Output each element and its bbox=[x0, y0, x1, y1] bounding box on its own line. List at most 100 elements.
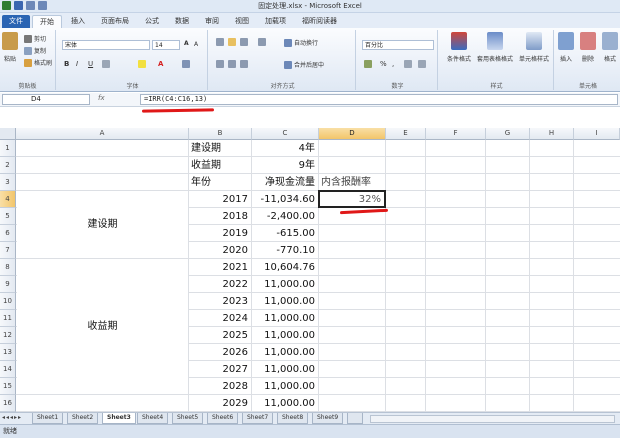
row-header[interactable]: 2 bbox=[0, 157, 16, 174]
cell-b2[interactable]: 收益期 bbox=[189, 157, 251, 174]
merge-center-button[interactable]: 合并后居中 bbox=[284, 60, 324, 69]
row-header[interactable]: 3 bbox=[0, 174, 16, 191]
cell-b5[interactable]: 2018 bbox=[189, 208, 251, 225]
merged-cell-a4-a7[interactable]: 建设期 bbox=[17, 191, 188, 258]
percent-button[interactable]: % bbox=[380, 60, 387, 68]
format-cells-button[interactable]: 格式 bbox=[600, 32, 620, 63]
column-header-f[interactable]: F bbox=[426, 128, 486, 140]
column-header-c[interactable]: C bbox=[252, 128, 319, 140]
row-header[interactable]: 13 bbox=[0, 344, 16, 361]
decrease-decimal-button[interactable] bbox=[418, 60, 426, 68]
tab-view[interactable]: 视图 bbox=[228, 15, 256, 28]
tab-formulas[interactable]: 公式 bbox=[138, 15, 166, 28]
shrink-font-button[interactable]: A bbox=[194, 41, 198, 48]
cell-d3[interactable]: 内含报酬率 bbox=[319, 174, 385, 191]
sheet-tab[interactable]: Sheet2 bbox=[67, 413, 99, 424]
row-header[interactable]: 4 bbox=[0, 191, 16, 208]
format-painter-button[interactable]: 格式刷 bbox=[24, 58, 52, 67]
tab-home[interactable]: 开始 bbox=[32, 15, 62, 28]
align-middle-button[interactable] bbox=[228, 38, 236, 46]
row-header[interactable]: 9 bbox=[0, 276, 16, 293]
fx-icon[interactable]: fx bbox=[98, 94, 105, 102]
name-box[interactable]: D4 bbox=[2, 94, 90, 105]
cell-b15[interactable]: 2028 bbox=[189, 378, 251, 395]
font-size-select[interactable]: 14 bbox=[152, 40, 180, 50]
cell-b4[interactable]: 2017 bbox=[189, 191, 251, 208]
cell-b7[interactable]: 2020 bbox=[189, 242, 251, 259]
cell-c14[interactable]: 11,000.00 bbox=[252, 361, 318, 378]
italic-button[interactable]: I bbox=[76, 60, 78, 68]
cut-button[interactable]: 剪切 bbox=[24, 34, 46, 43]
active-cell-d4[interactable]: 32% bbox=[318, 190, 386, 208]
cell-c15[interactable]: 11,000.00 bbox=[252, 378, 318, 395]
tab-addins[interactable]: 加载项 bbox=[258, 15, 293, 28]
cell-b1[interactable]: 建设期 bbox=[189, 140, 251, 157]
cell-c5[interactable]: -2,400.00 bbox=[252, 208, 318, 225]
align-left-button[interactable] bbox=[216, 60, 224, 68]
cell-b14[interactable]: 2027 bbox=[189, 361, 251, 378]
currency-button[interactable] bbox=[364, 60, 372, 68]
border-button[interactable] bbox=[102, 60, 110, 68]
cell-styles-button[interactable]: 单元格样式 bbox=[516, 32, 552, 63]
sheet-tab[interactable]: Sheet5 bbox=[172, 413, 204, 424]
cell-c10[interactable]: 11,000.00 bbox=[252, 293, 318, 310]
row-header[interactable]: 6 bbox=[0, 225, 16, 242]
row-header[interactable]: 7 bbox=[0, 242, 16, 259]
column-header-i[interactable]: I bbox=[574, 128, 620, 140]
tab-file[interactable]: 文件 bbox=[2, 15, 30, 28]
insert-sheet-icon[interactable] bbox=[347, 413, 363, 424]
cell-c13[interactable]: 11,000.00 bbox=[252, 344, 318, 361]
column-header-b[interactable]: B bbox=[189, 128, 252, 140]
underline-button[interactable]: U bbox=[88, 60, 93, 68]
cell-c4[interactable]: -11,034.60 bbox=[252, 191, 318, 208]
insert-cells-button[interactable]: 插入 bbox=[556, 32, 576, 63]
increase-decimal-button[interactable] bbox=[404, 60, 412, 68]
select-all-corner[interactable] bbox=[0, 128, 16, 140]
fill-color-button[interactable] bbox=[138, 60, 146, 68]
copy-button[interactable]: 复制 bbox=[24, 46, 46, 55]
cell-b12[interactable]: 2025 bbox=[189, 327, 251, 344]
sheet-tab[interactable]: Sheet7 bbox=[242, 413, 274, 424]
row-header[interactable]: 10 bbox=[0, 293, 16, 310]
tab-data[interactable]: 数据 bbox=[168, 15, 196, 28]
paste-button[interactable]: 粘贴 bbox=[2, 32, 18, 63]
cell-c9[interactable]: 11,000.00 bbox=[252, 276, 318, 293]
delete-cells-button[interactable]: 删除 bbox=[578, 32, 598, 63]
cell-b13[interactable]: 2026 bbox=[189, 344, 251, 361]
align-top-button[interactable] bbox=[216, 38, 224, 46]
cell-c2[interactable]: 9年 bbox=[252, 157, 318, 174]
wrap-text-button[interactable]: 自动换行 bbox=[284, 38, 318, 47]
row-header[interactable]: 11 bbox=[0, 310, 16, 327]
tab-insert[interactable]: 插入 bbox=[64, 15, 92, 28]
align-bottom-button[interactable] bbox=[240, 38, 248, 46]
row-header[interactable]: 12 bbox=[0, 327, 16, 344]
sheet-tab[interactable]: Sheet9 bbox=[312, 413, 344, 424]
sheet-tab[interactable]: Sheet6 bbox=[207, 413, 239, 424]
row-header[interactable]: 8 bbox=[0, 259, 16, 276]
phonetic-button[interactable] bbox=[182, 60, 190, 68]
format-as-table-button[interactable]: 套用表格格式 bbox=[477, 32, 513, 63]
cell-b3[interactable]: 年份 bbox=[189, 174, 251, 191]
bold-button[interactable]: B bbox=[64, 60, 69, 68]
tab-review[interactable]: 审阅 bbox=[198, 15, 226, 28]
align-center-button[interactable] bbox=[228, 60, 236, 68]
cell-b8[interactable]: 2021 bbox=[189, 259, 251, 276]
cell-c12[interactable]: 11,000.00 bbox=[252, 327, 318, 344]
cell-b9[interactable]: 2022 bbox=[189, 276, 251, 293]
cell-c8[interactable]: 10,604.76 bbox=[252, 259, 318, 276]
sheet-tab-active[interactable]: Sheet3 bbox=[102, 413, 136, 424]
cell-c11[interactable]: 11,000.00 bbox=[252, 310, 318, 327]
cell-b6[interactable]: 2019 bbox=[189, 225, 251, 242]
cell-c7[interactable]: -770.10 bbox=[252, 242, 318, 259]
cell-c6[interactable]: -615.00 bbox=[252, 225, 318, 242]
sheet-tab[interactable]: Sheet4 bbox=[137, 413, 169, 424]
row-header[interactable]: 14 bbox=[0, 361, 16, 378]
formula-input[interactable]: =IRR(C4:C16,13) bbox=[140, 94, 618, 105]
conditional-format-button[interactable]: 条件格式 bbox=[442, 32, 476, 63]
font-color-button[interactable]: A bbox=[158, 60, 163, 68]
cell-c3[interactable]: 净现金流量 bbox=[252, 174, 318, 191]
orientation-button[interactable] bbox=[258, 38, 266, 46]
tab-foxit-reader[interactable]: 福昕阅读器 bbox=[295, 15, 344, 28]
horizontal-scrollbar[interactable] bbox=[370, 415, 615, 423]
number-format-select[interactable]: 百分比 bbox=[362, 40, 434, 50]
